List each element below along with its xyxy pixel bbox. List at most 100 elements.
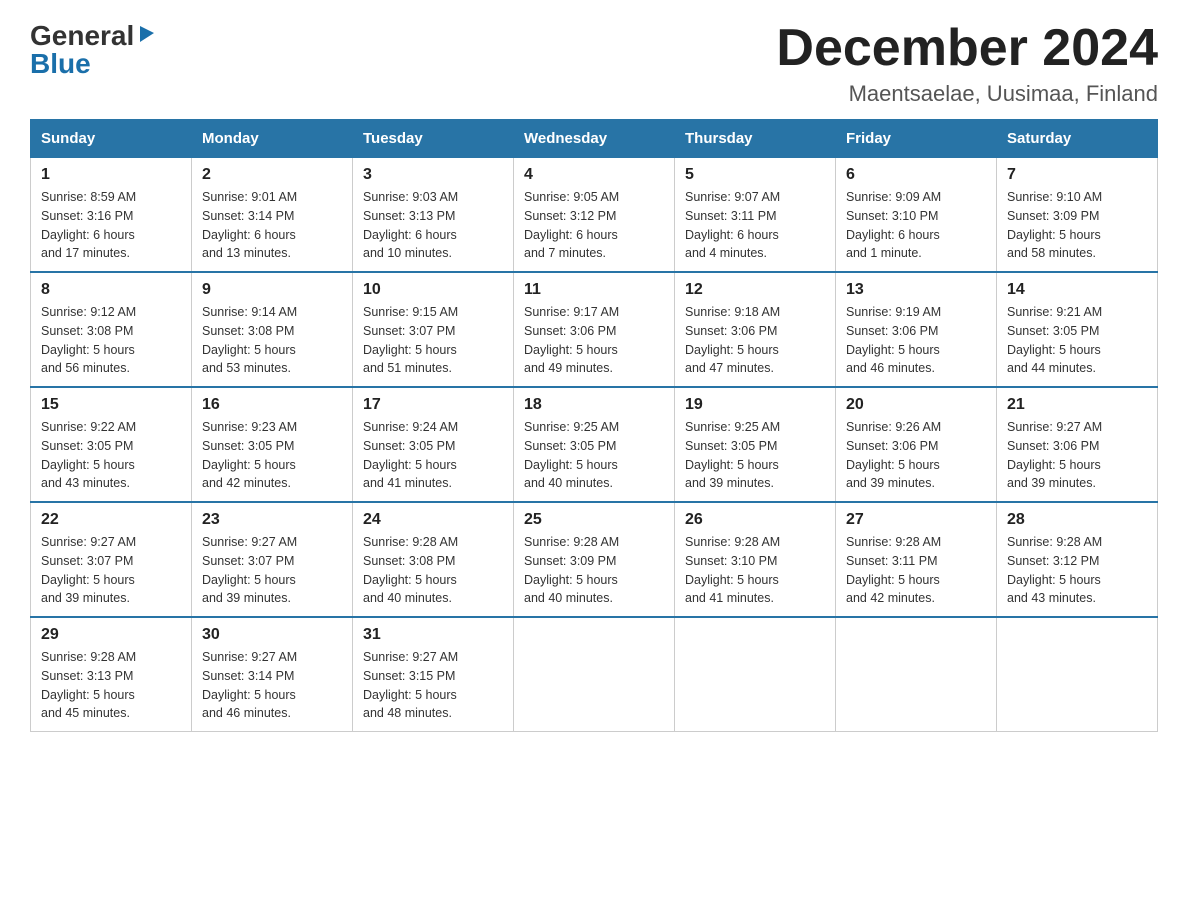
day-number: 29 <box>41 626 181 644</box>
day-info: Sunrise: 9:27 AMSunset: 3:06 PMDaylight:… <box>1007 418 1147 493</box>
day-number: 7 <box>1007 166 1147 184</box>
day-number: 17 <box>363 396 503 414</box>
day-info: Sunrise: 9:07 AMSunset: 3:11 PMDaylight:… <box>685 188 825 263</box>
day-number: 25 <box>524 511 664 529</box>
day-number: 23 <box>202 511 342 529</box>
day-info: Sunrise: 9:28 AMSunset: 3:13 PMDaylight:… <box>41 648 181 723</box>
day-number: 8 <box>41 281 181 299</box>
day-number: 13 <box>846 281 986 299</box>
day-info: Sunrise: 9:01 AMSunset: 3:14 PMDaylight:… <box>202 188 342 263</box>
day-info: Sunrise: 9:18 AMSunset: 3:06 PMDaylight:… <box>685 303 825 378</box>
week-row-1: 1 Sunrise: 8:59 AMSunset: 3:16 PMDaylight… <box>31 158 1158 273</box>
day-number: 2 <box>202 166 342 184</box>
day-number: 31 <box>363 626 503 644</box>
day-info: Sunrise: 9:28 AMSunset: 3:11 PMDaylight:… <box>846 533 986 608</box>
day-number: 27 <box>846 511 986 529</box>
title-block: December 2024 Maentsaelae, Uusimaa, Finl… <box>776 20 1158 107</box>
day-info: Sunrise: 9:22 AMSunset: 3:05 PMDaylight:… <box>41 418 181 493</box>
day-info: Sunrise: 9:25 AMSunset: 3:05 PMDaylight:… <box>524 418 664 493</box>
day-info: Sunrise: 9:28 AMSunset: 3:10 PMDaylight:… <box>685 533 825 608</box>
day-number: 30 <box>202 626 342 644</box>
day-number: 6 <box>846 166 986 184</box>
calendar-cell: 28Sunrise: 9:28 AMSunset: 3:12 PMDayligh… <box>997 502 1158 617</box>
week-row-5: 29 Sunrise: 9:28 AMSunset: 3:13 PMDayligh… <box>31 617 1158 732</box>
logo-blue: Blue <box>30 48 91 79</box>
day-info: Sunrise: 9:03 AMSunset: 3:13 PMDaylight:… <box>363 188 503 263</box>
day-info: Sunrise: 9:25 AMSunset: 3:05 PMDaylight:… <box>685 418 825 493</box>
calendar-cell: 27 Sunrise: 9:28 AMSunset: 3:11 PMDayligh… <box>836 502 997 617</box>
header-row: SundayMondayTuesdayWednesdayThursdayFrid… <box>31 120 1158 158</box>
calendar-cell: 7 Sunrise: 9:10 AMSunset: 3:09 PMDaylight… <box>997 158 1158 273</box>
day-info: Sunrise: 9:28 AMSunset: 3:08 PMDaylight:… <box>363 533 503 608</box>
calendar-cell: 5 Sunrise: 9:07 AMSunset: 3:11 PMDaylight… <box>675 158 836 273</box>
day-number: 3 <box>363 166 503 184</box>
col-header-friday: Friday <box>836 120 997 158</box>
day-info: Sunrise: 9:10 AMSunset: 3:09 PMDaylight:… <box>1007 188 1147 263</box>
calendar-cell: 6 Sunrise: 9:09 AMSunset: 3:10 PMDaylight… <box>836 158 997 273</box>
day-info: Sunrise: 9:12 AMSunset: 3:08 PMDaylight:… <box>41 303 181 378</box>
day-info: Sunrise: 9:21 AMSunset: 3:05 PMDaylight:… <box>1007 303 1147 378</box>
logo: General Blue <box>30 20 158 80</box>
col-header-sunday: Sunday <box>31 120 192 158</box>
day-number: 11 <box>524 281 664 299</box>
day-info: Sunrise: 9:15 AMSunset: 3:07 PMDaylight:… <box>363 303 503 378</box>
calendar-cell: 20 Sunrise: 9:26 AMSunset: 3:06 PMDayligh… <box>836 387 997 502</box>
calendar-cell: 31 Sunrise: 9:27 AMSunset: 3:15 PMDayligh… <box>353 617 514 732</box>
day-number: 9 <box>202 281 342 299</box>
day-info: Sunrise: 9:19 AMSunset: 3:06 PMDaylight:… <box>846 303 986 378</box>
calendar-cell: 29 Sunrise: 9:28 AMSunset: 3:13 PMDayligh… <box>31 617 192 732</box>
col-header-thursday: Thursday <box>675 120 836 158</box>
day-info: Sunrise: 9:27 AMSunset: 3:07 PMDaylight:… <box>202 533 342 608</box>
page-header: General Blue December 2024 Maentsaelae, … <box>30 20 1158 107</box>
day-info: Sunrise: 9:09 AMSunset: 3:10 PMDaylight:… <box>846 188 986 263</box>
calendar-cell: 23 Sunrise: 9:27 AMSunset: 3:07 PMDayligh… <box>192 502 353 617</box>
calendar-cell: 8 Sunrise: 9:12 AMSunset: 3:08 PMDaylight… <box>31 272 192 387</box>
day-number: 28 <box>1007 511 1147 529</box>
calendar-cell: 14 Sunrise: 9:21 AMSunset: 3:05 PMDayligh… <box>997 272 1158 387</box>
col-header-tuesday: Tuesday <box>353 120 514 158</box>
logo-arrow-icon <box>136 22 158 44</box>
day-number: 15 <box>41 396 181 414</box>
day-number: 4 <box>524 166 664 184</box>
day-info: Sunrise: 9:26 AMSunset: 3:06 PMDaylight:… <box>846 418 986 493</box>
col-header-wednesday: Wednesday <box>514 120 675 158</box>
day-info: Sunrise: 9:27 AMSunset: 3:14 PMDaylight:… <box>202 648 342 723</box>
calendar-cell: 21Sunrise: 9:27 AMSunset: 3:06 PMDayligh… <box>997 387 1158 502</box>
day-info: Sunrise: 8:59 AMSunset: 3:16 PMDaylight:… <box>41 188 181 263</box>
calendar-cell <box>836 617 997 732</box>
col-header-saturday: Saturday <box>997 120 1158 158</box>
day-info: Sunrise: 9:14 AMSunset: 3:08 PMDaylight:… <box>202 303 342 378</box>
day-number: 20 <box>846 396 986 414</box>
calendar-cell: 18 Sunrise: 9:25 AMSunset: 3:05 PMDayligh… <box>514 387 675 502</box>
day-number: 10 <box>363 281 503 299</box>
day-number: 18 <box>524 396 664 414</box>
location-subtitle: Maentsaelae, Uusimaa, Finland <box>776 81 1158 107</box>
calendar-cell <box>675 617 836 732</box>
col-header-monday: Monday <box>192 120 353 158</box>
calendar-cell: 24 Sunrise: 9:28 AMSunset: 3:08 PMDayligh… <box>353 502 514 617</box>
calendar-cell: 30 Sunrise: 9:27 AMSunset: 3:14 PMDayligh… <box>192 617 353 732</box>
calendar-cell: 1 Sunrise: 8:59 AMSunset: 3:16 PMDaylight… <box>31 158 192 273</box>
calendar-cell: 10 Sunrise: 9:15 AMSunset: 3:07 PMDayligh… <box>353 272 514 387</box>
calendar-cell: 26Sunrise: 9:28 AMSunset: 3:10 PMDayligh… <box>675 502 836 617</box>
day-number: 1 <box>41 166 181 184</box>
calendar-table: SundayMondayTuesdayWednesdayThursdayFrid… <box>30 119 1158 732</box>
day-info: Sunrise: 9:17 AMSunset: 3:06 PMDaylight:… <box>524 303 664 378</box>
day-number: 14 <box>1007 281 1147 299</box>
day-number: 5 <box>685 166 825 184</box>
day-info: Sunrise: 9:28 AMSunset: 3:09 PMDaylight:… <box>524 533 664 608</box>
calendar-cell: 19 Sunrise: 9:25 AMSunset: 3:05 PMDayligh… <box>675 387 836 502</box>
calendar-cell: 22 Sunrise: 9:27 AMSunset: 3:07 PMDayligh… <box>31 502 192 617</box>
day-number: 16 <box>202 396 342 414</box>
calendar-cell: 25 Sunrise: 9:28 AMSunset: 3:09 PMDayligh… <box>514 502 675 617</box>
calendar-cell: 4Sunrise: 9:05 AMSunset: 3:12 PMDaylight… <box>514 158 675 273</box>
day-number: 12 <box>685 281 825 299</box>
day-number: 22 <box>41 511 181 529</box>
day-info: Sunrise: 9:27 AMSunset: 3:15 PMDaylight:… <box>363 648 503 723</box>
day-info: Sunrise: 9:23 AMSunset: 3:05 PMDaylight:… <box>202 418 342 493</box>
day-number: 24 <box>363 511 503 529</box>
day-number: 19 <box>685 396 825 414</box>
calendar-cell: 15 Sunrise: 9:22 AMSunset: 3:05 PMDayligh… <box>31 387 192 502</box>
calendar-cell <box>514 617 675 732</box>
day-info: Sunrise: 9:27 AMSunset: 3:07 PMDaylight:… <box>41 533 181 608</box>
